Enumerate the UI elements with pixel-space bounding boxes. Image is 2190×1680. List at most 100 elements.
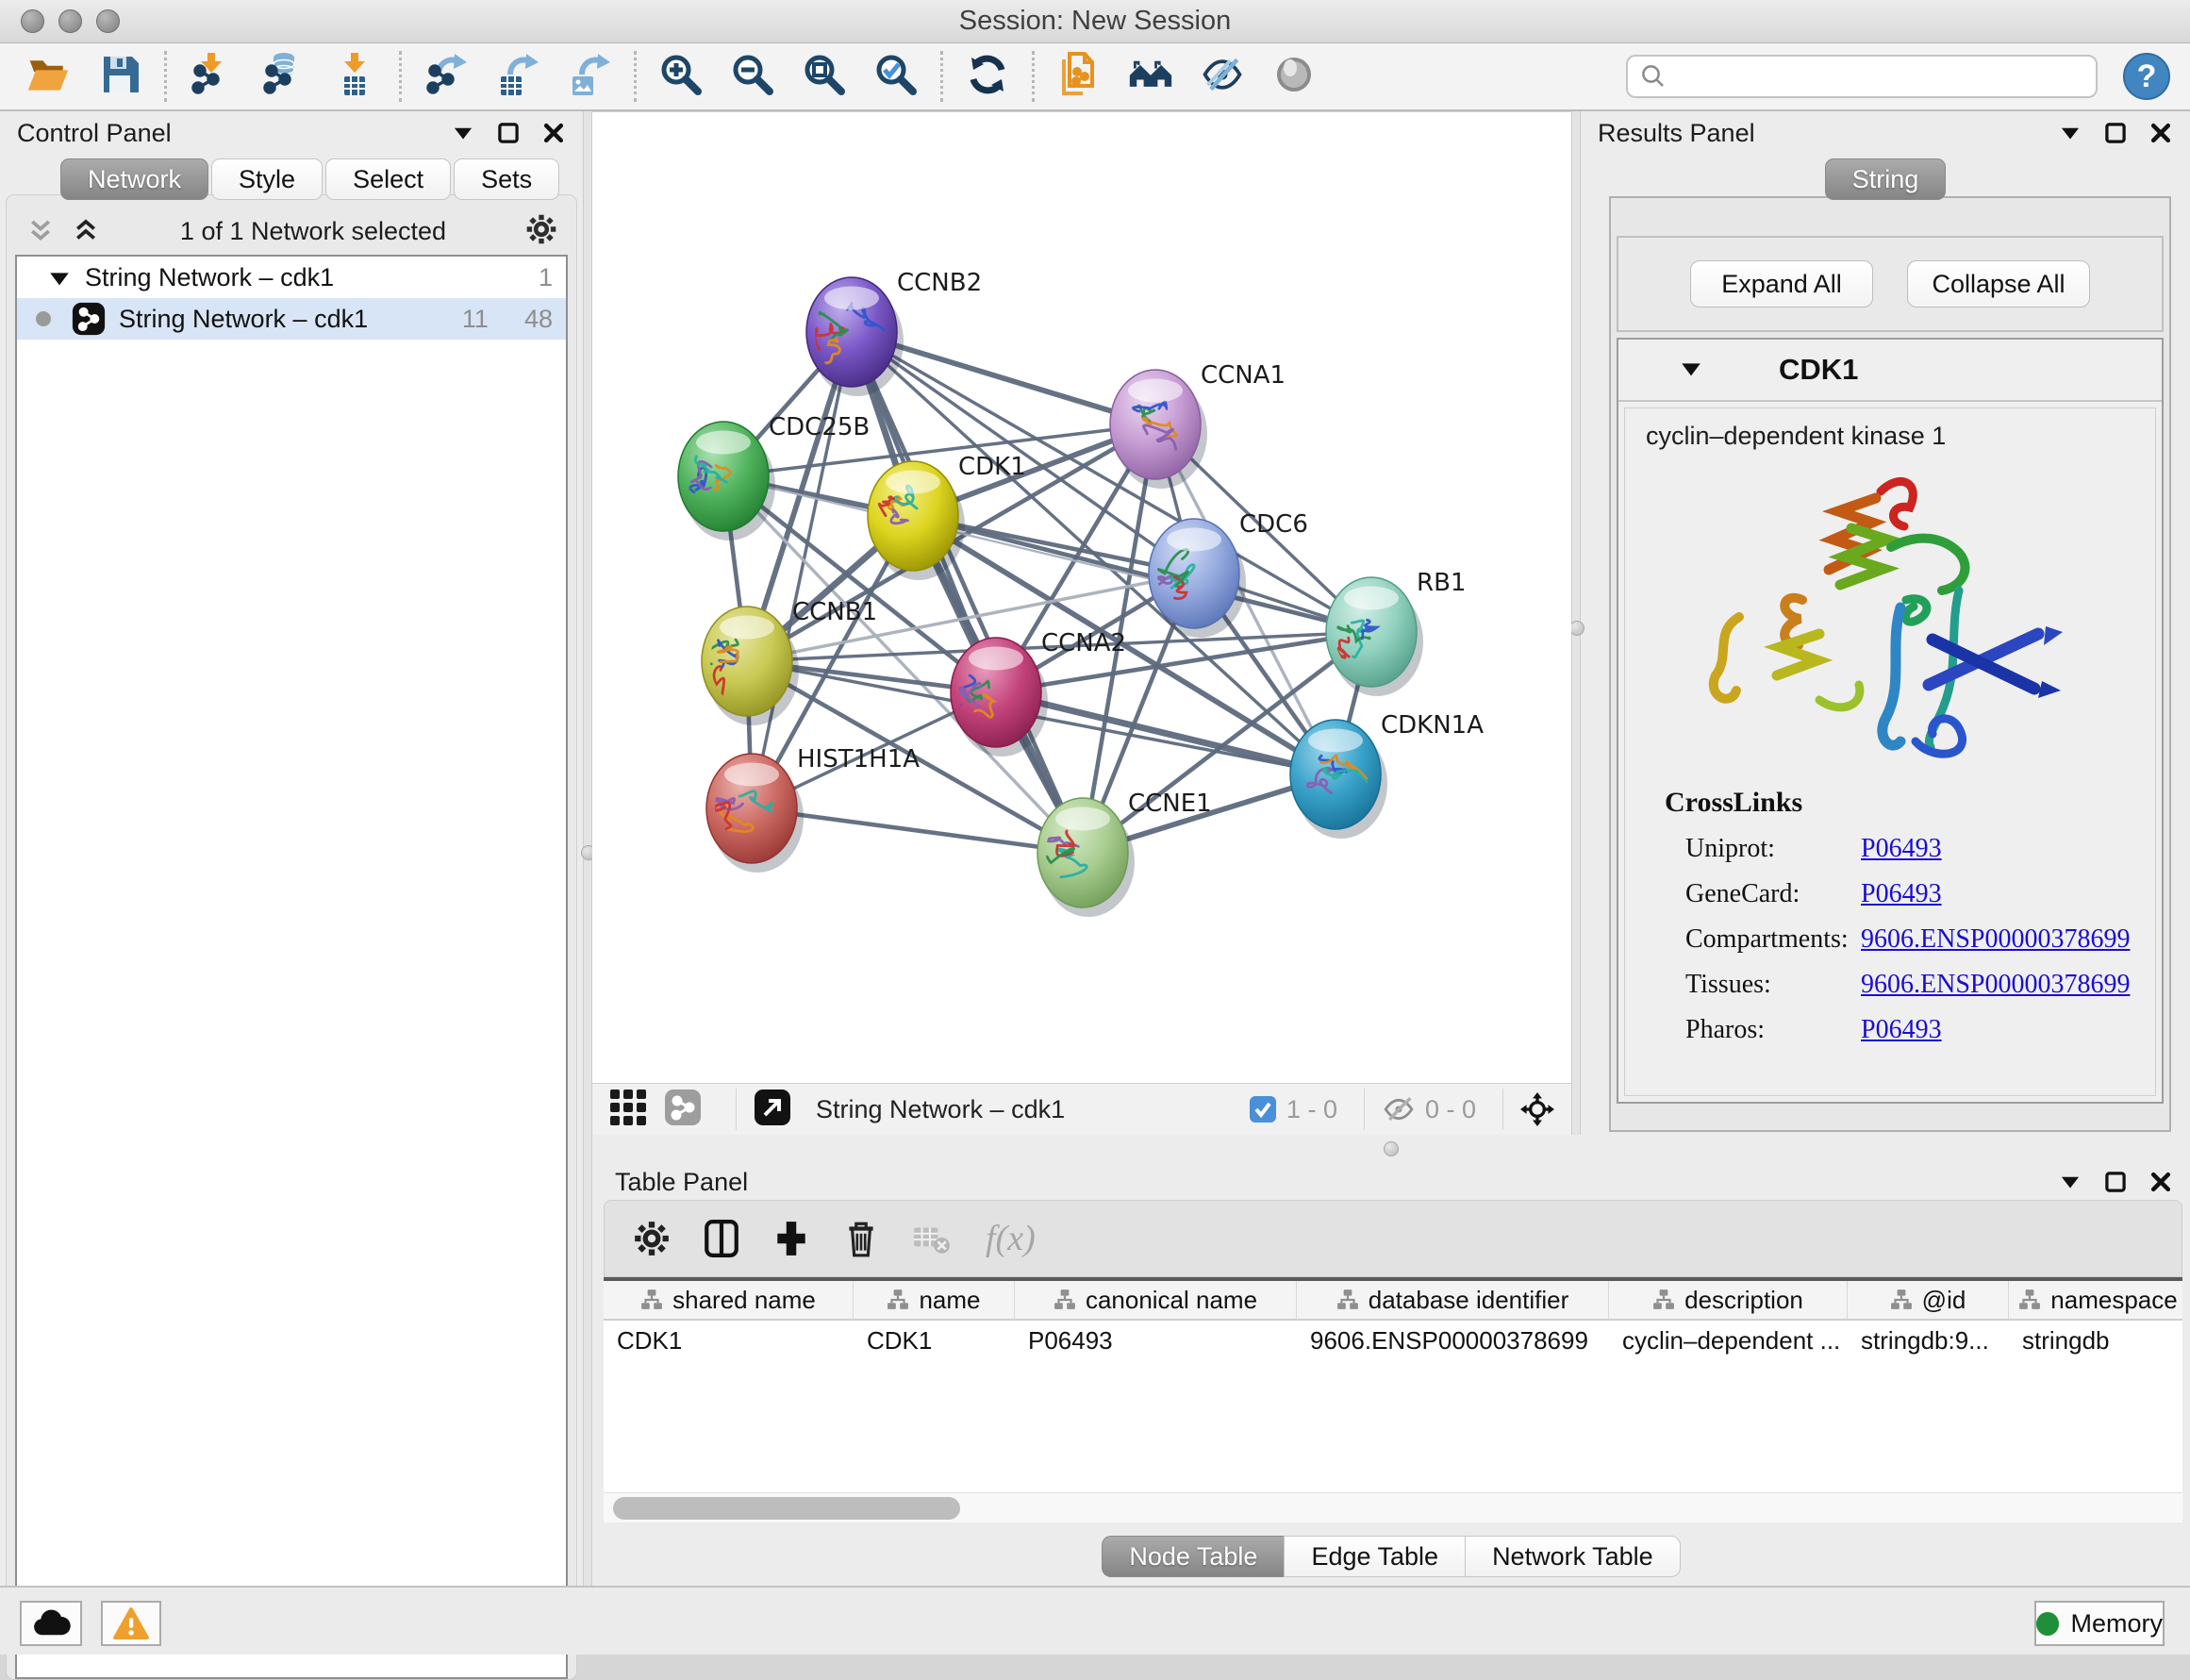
open-in-new-window-icon[interactable]	[754, 1089, 795, 1130]
node-label-cdc25b: CDC25B	[769, 413, 870, 441]
column-header-namespace[interactable]: namespace	[2009, 1281, 2182, 1319]
column-header--id[interactable]: @id	[1848, 1281, 2009, 1319]
zoom-in-button[interactable]	[652, 50, 710, 103]
panel-float-icon[interactable]	[496, 121, 521, 145]
tab-network-table[interactable]: Network Table	[1465, 1536, 1681, 1577]
table-settings-gear-icon[interactable]	[627, 1214, 676, 1263]
document-share-button[interactable]	[1050, 50, 1108, 103]
zoom-fit-button[interactable]	[795, 50, 854, 103]
collapse-all-button[interactable]: Collapse All	[1907, 260, 2090, 308]
show-columns-icon[interactable]	[697, 1214, 746, 1263]
panel-menu-icon[interactable]	[2058, 1170, 2082, 1194]
search-input[interactable]	[1675, 62, 2084, 91]
panel-float-icon[interactable]	[2103, 121, 2128, 145]
left-splitter[interactable]	[583, 111, 592, 1586]
crosslink-row: Uniprot:P06493	[1685, 834, 2155, 864]
cloud-status-button[interactable]	[20, 1601, 82, 1646]
panel-float-icon[interactable]	[2103, 1170, 2128, 1194]
panel-menu-icon[interactable]	[451, 121, 475, 145]
node-label-cdk1: CDK1	[958, 453, 1026, 481]
node-label-cdc6: CDC6	[1239, 510, 1308, 539]
tab-edge-table[interactable]: Edge Table	[1284, 1536, 1465, 1577]
network-graph[interactable]: CCNB2CCNA1CDC25BCDK1CDC6RB1CCNB1CCNA2CDK…	[592, 112, 1571, 1084]
node-label-ccnb1: CCNB1	[792, 598, 877, 626]
crosslink-link[interactable]: P06493	[1861, 834, 1942, 864]
open-button[interactable]	[19, 50, 77, 103]
protein-description: cyclin–dependent kinase 1	[1625, 408, 2155, 451]
warnings-button[interactable]	[101, 1601, 161, 1646]
tab-string[interactable]: String	[1825, 158, 1947, 200]
table-row[interactable]: CDK1CDK1P064939606.ENSP00000378699cyclin…	[604, 1321, 2182, 1360]
birds-eye-grid-icon[interactable]	[609, 1089, 651, 1130]
crosslink-link[interactable]: P06493	[1861, 879, 1942, 909]
panel-menu-icon[interactable]	[2058, 121, 2082, 145]
fit-content-crosshair-icon[interactable]	[1520, 1092, 1554, 1126]
expand-all-button[interactable]: Expand All	[1690, 260, 1873, 308]
tab-node-table[interactable]: Node Table	[1102, 1536, 1284, 1577]
column-type-icon	[1336, 1289, 1359, 1311]
column-header-shared-name[interactable]: shared name	[604, 1281, 854, 1319]
tab-style[interactable]: Style	[211, 158, 323, 200]
column-header-canonical-name[interactable]: canonical name	[1015, 1281, 1297, 1319]
function-builder-fx[interactable]: f(x)	[986, 1218, 1036, 1259]
crosslink-link[interactable]: 9606.ENSP00000378699	[1861, 924, 2130, 955]
houses-button[interactable]	[1121, 50, 1180, 103]
network-canvas[interactable]: CCNB2CCNA1CDC25BCDK1CDC6RB1CCNB1CCNA2CDK…	[592, 111, 1571, 1135]
results-panel-title: Results Panel	[1598, 119, 1755, 148]
app-window: Session: New Session ? Control Panel Net…	[0, 0, 2190, 1655]
refresh-button[interactable]	[958, 50, 1017, 103]
column-type-icon	[1054, 1289, 1076, 1311]
hidden-eye-icon[interactable]	[1382, 1092, 1416, 1126]
table-horizontal-scrollbar[interactable]	[604, 1492, 2182, 1522]
export-table-button[interactable]	[489, 50, 547, 103]
memory-button[interactable]: Memory	[2034, 1601, 2165, 1646]
warning-icon	[113, 1607, 149, 1639]
import-network-button[interactable]	[182, 50, 241, 103]
zoom-out-icon	[730, 52, 775, 102]
zoom-selected-button[interactable]	[867, 50, 925, 103]
column-type-icon	[887, 1289, 909, 1311]
export-network-button[interactable]	[417, 50, 475, 103]
eye-button[interactable]	[1265, 50, 1323, 103]
main-toolbar: ?	[0, 43, 2190, 111]
section-collapse-icon[interactable]	[1679, 359, 1703, 380]
column-header-database-identifier[interactable]: database identifier	[1297, 1281, 1609, 1319]
cdk1-section-header[interactable]: CDK1	[1618, 340, 2162, 402]
eye-slash-button[interactable]	[1193, 50, 1252, 103]
import-database-button[interactable]	[254, 50, 312, 103]
right-splitter[interactable]	[1571, 111, 1581, 1135]
help-button[interactable]: ?	[2122, 52, 2171, 101]
network-share-icon[interactable]	[664, 1089, 705, 1130]
tab-select[interactable]: Select	[325, 158, 451, 200]
column-header-name[interactable]: name	[854, 1281, 1015, 1319]
tree-expand-icon[interactable]	[47, 267, 72, 288]
panel-close-icon[interactable]	[2149, 121, 2173, 145]
crosslink-link[interactable]: P06493	[1861, 1015, 1942, 1045]
network-edge[interactable]	[852, 332, 1083, 853]
network-row-selected[interactable]: String Network – cdk1 11 48	[17, 298, 566, 340]
save-button[interactable]	[91, 50, 149, 103]
zoom-out-button[interactable]	[723, 50, 782, 103]
crosslink-link[interactable]: 9606.ENSP00000378699	[1861, 970, 2130, 1000]
horizontal-splitter-handle[interactable]	[1384, 1141, 1399, 1156]
create-column-icon[interactable]	[767, 1214, 816, 1263]
titlebar: Session: New Session	[0, 0, 2190, 43]
search-box[interactable]	[1626, 55, 2098, 98]
selected-checkbox-icon[interactable]	[1249, 1095, 1277, 1123]
expand-all-icon[interactable]	[70, 217, 102, 245]
network-view-title: String Network – cdk1	[816, 1095, 1065, 1124]
network-edge[interactable]	[752, 332, 852, 808]
network-collection-row[interactable]: String Network – cdk1 1	[17, 257, 566, 298]
scrollbar-thumb[interactable]	[613, 1497, 960, 1520]
tab-sets[interactable]: Sets	[454, 158, 559, 200]
export-image-button[interactable]	[560, 50, 619, 103]
collapse-all-icon[interactable]	[25, 217, 57, 245]
delete-column-trash-icon[interactable]	[837, 1214, 886, 1263]
panel-close-icon[interactable]	[541, 121, 566, 145]
panel-close-icon[interactable]	[2149, 1170, 2173, 1194]
column-header-description[interactable]: description	[1609, 1281, 1848, 1319]
import-table-button[interactable]	[325, 50, 384, 103]
network-options-gear-icon[interactable]	[524, 212, 558, 251]
tab-network[interactable]: Network	[60, 158, 208, 200]
clear-table-icon[interactable]	[906, 1214, 955, 1263]
